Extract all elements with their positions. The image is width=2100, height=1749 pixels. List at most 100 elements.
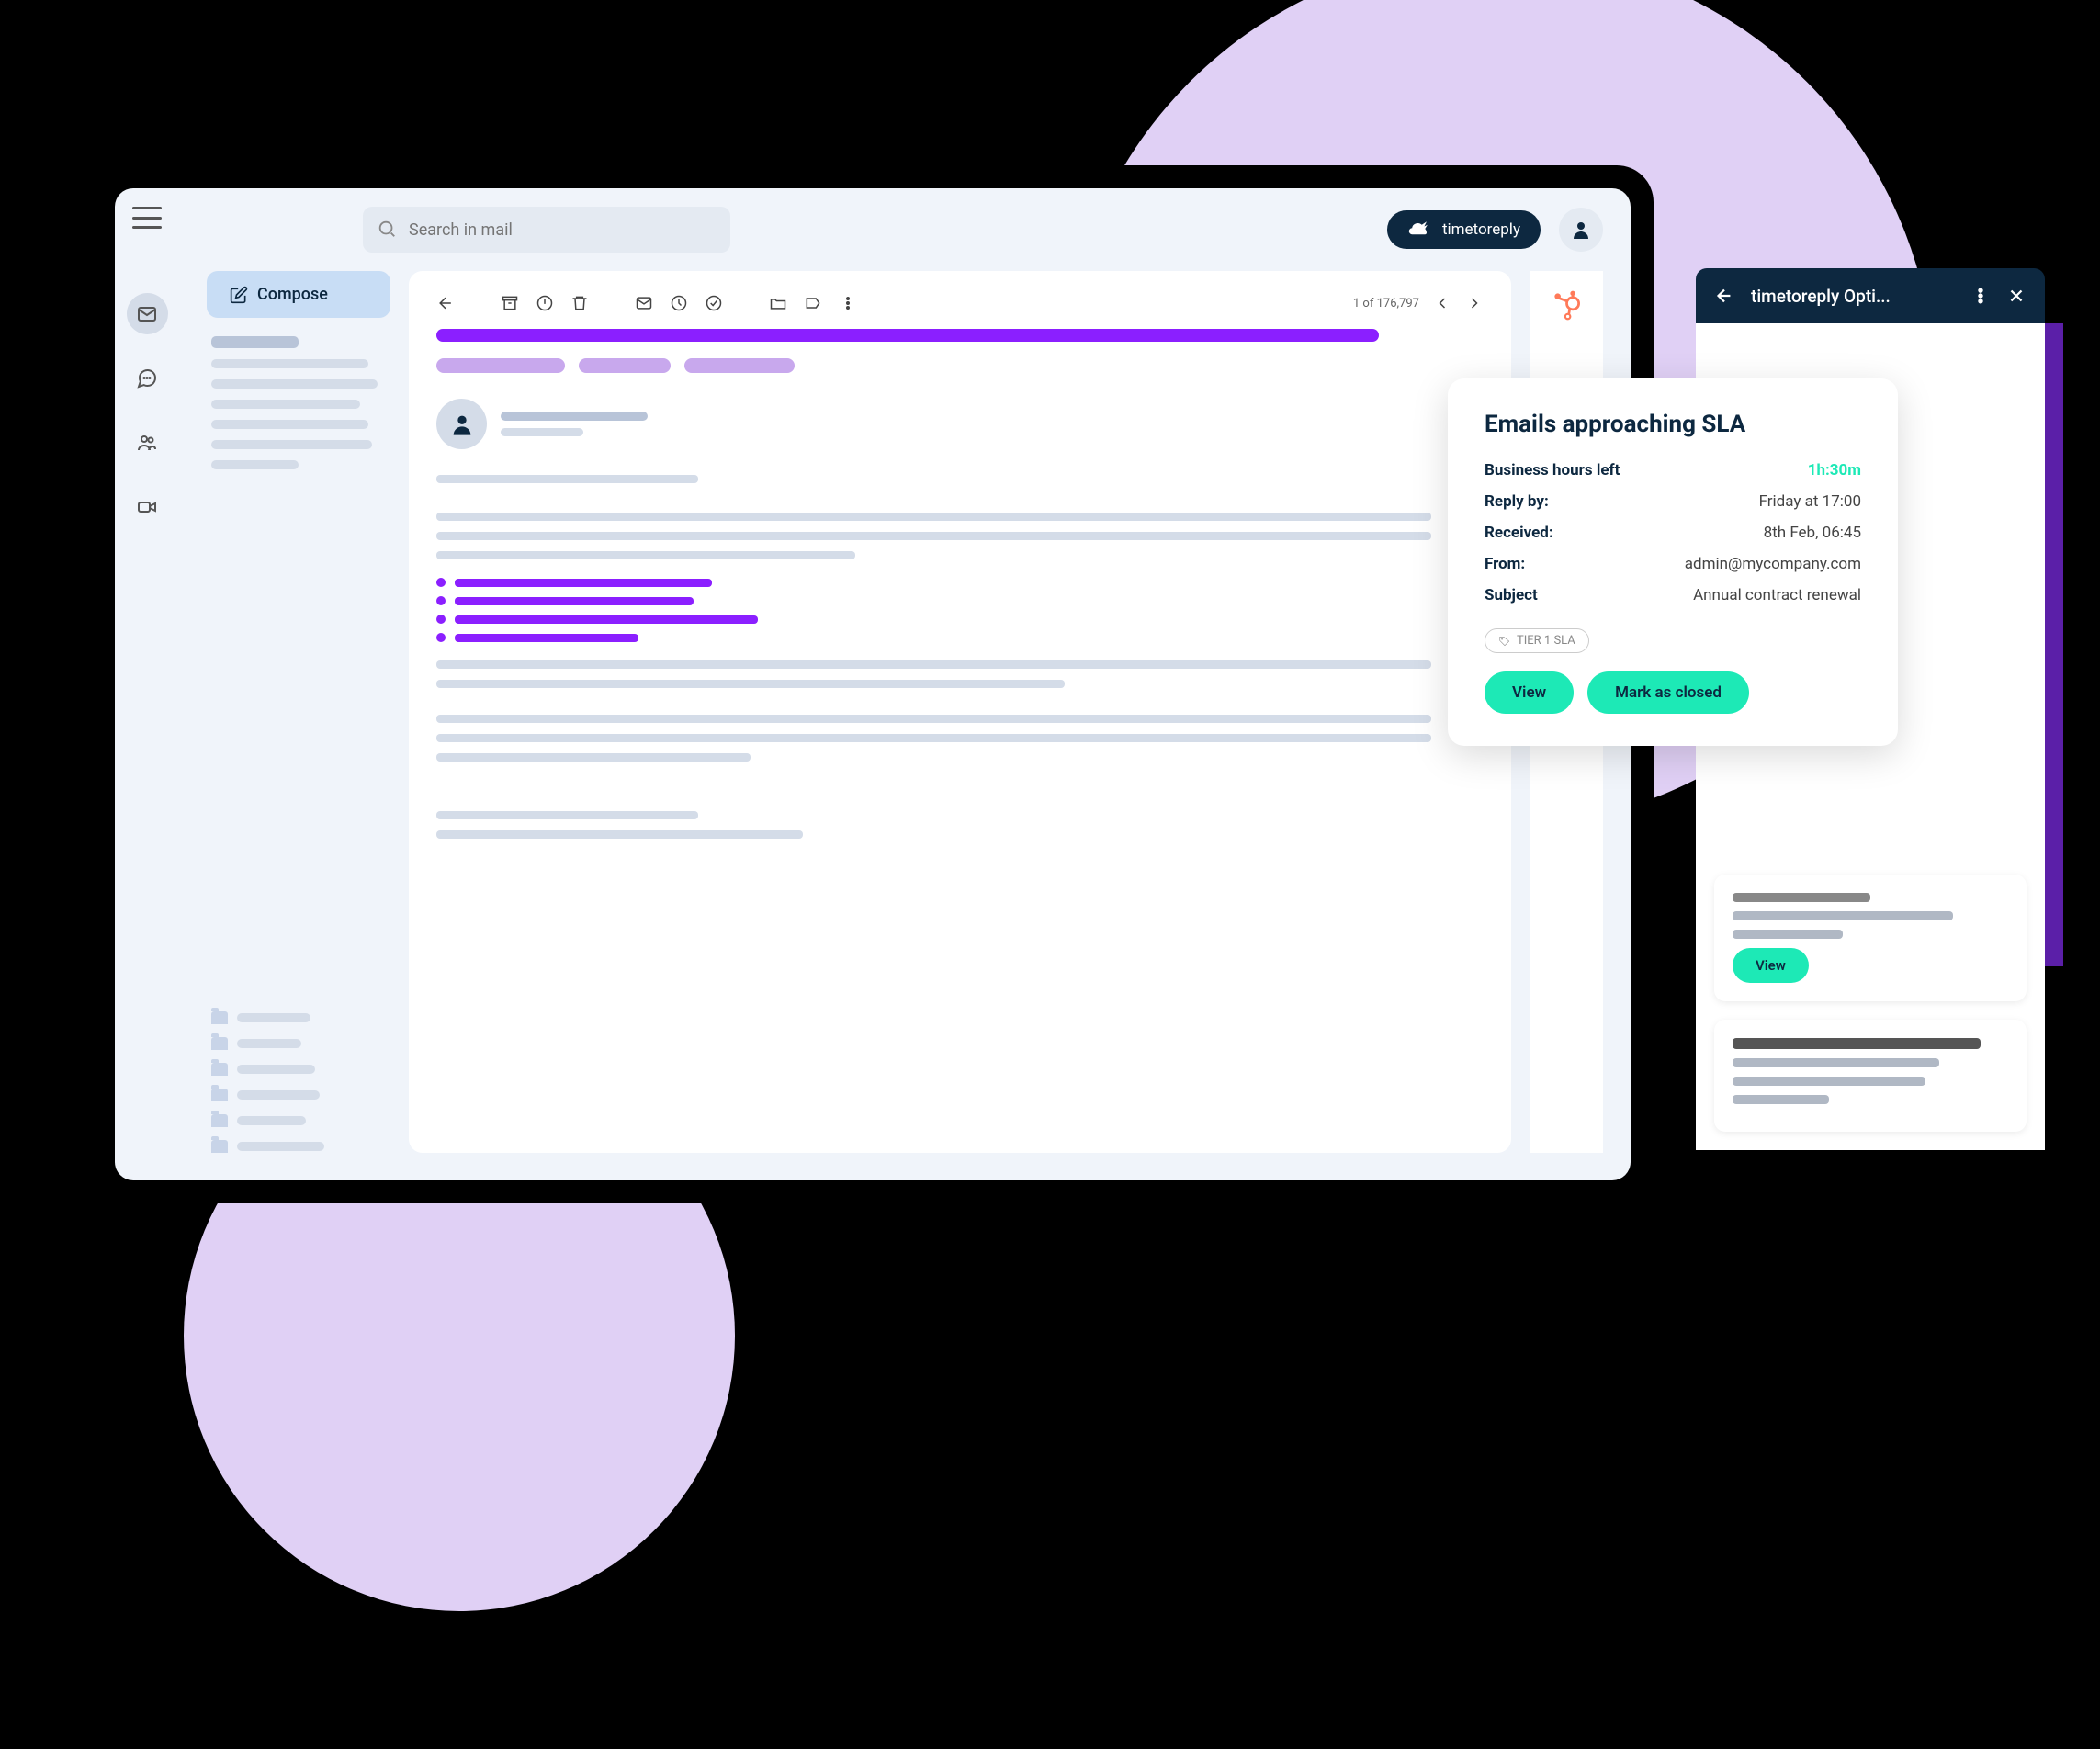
task-icon[interactable] (705, 294, 723, 312)
sla-label: Business hours left (1485, 461, 1620, 480)
kebab-menu-icon[interactable] (1971, 287, 1990, 305)
folder-item[interactable] (211, 1089, 386, 1101)
people-nav-icon[interactable] (127, 422, 168, 463)
brand-badge[interactable]: timetoreply (1387, 210, 1541, 249)
folder-item[interactable] (211, 1037, 386, 1050)
folder-icon (211, 1140, 228, 1153)
hubspot-icon[interactable] (1551, 289, 1583, 322)
spam-icon[interactable] (536, 294, 554, 312)
sla-label: Reply by: (1485, 492, 1549, 511)
inbox-list (207, 336, 390, 469)
folder-icon (211, 1037, 228, 1050)
tag-icon (1498, 635, 1511, 648)
folder-icon (211, 1114, 228, 1127)
sla-card-title: Emails approaching SLA (1485, 411, 1861, 438)
email-app: timetoreply Compose (115, 188, 1631, 1180)
video-nav-icon[interactable] (127, 486, 168, 527)
rabbit-icon (1407, 220, 1433, 240)
menu-toggle-icon[interactable] (132, 207, 162, 229)
prev-icon[interactable] (1433, 294, 1451, 312)
sla-row: Business hours left 1h:30m (1485, 461, 1861, 480)
reader-toolbar: 1 of 176,797 (436, 294, 1484, 312)
list-item[interactable] (211, 336, 299, 348)
app-frame: timetoreply Compose (92, 165, 1654, 1203)
sla-value: 8th Feb, 06:45 (1764, 524, 1861, 542)
list-item[interactable] (211, 420, 368, 429)
main-column: timetoreply Compose (179, 188, 1631, 1180)
mail-nav-icon[interactable] (127, 293, 168, 334)
folder-item[interactable] (211, 1140, 386, 1153)
folder-item[interactable] (211, 1011, 386, 1024)
sla-row: Reply by: Friday at 17:00 (1485, 492, 1861, 511)
sender-row (436, 399, 1484, 449)
sender-name (501, 412, 648, 421)
tag[interactable] (684, 358, 795, 373)
email-tags (436, 358, 1484, 373)
sender-meta (501, 428, 583, 436)
list-item[interactable] (211, 400, 360, 409)
folder-icon (211, 1011, 228, 1024)
email-subject (436, 329, 1379, 342)
brand-text: timetoreply (1442, 220, 1520, 239)
sla-label: Subject (1485, 586, 1538, 604)
panel-edge (2045, 323, 2063, 966)
snooze-icon[interactable] (670, 294, 688, 312)
folder-icon (211, 1089, 228, 1101)
view-button[interactable]: View (1733, 948, 1809, 983)
folder-icon (211, 1063, 228, 1076)
nav-rail (115, 188, 179, 1180)
panel-header: timetoreply Opti... (1696, 268, 2045, 323)
sla-value: Annual contract renewal (1693, 586, 1861, 604)
view-button[interactable]: View (1485, 671, 1574, 714)
pagination: 1 of 176,797 (1353, 294, 1484, 312)
sla-value: admin@mycompany.com (1685, 555, 1861, 573)
search-icon (377, 219, 397, 239)
mark-closed-button[interactable]: Mark as closed (1587, 671, 1749, 714)
sla-row: Received: 8th Feb, 06:45 (1485, 524, 1861, 542)
label-icon[interactable] (804, 294, 822, 312)
email-reader: 1 of 176,797 (409, 271, 1511, 1153)
sla-label: Received: (1485, 524, 1553, 542)
list-item[interactable] (211, 379, 378, 389)
folder-item[interactable] (211, 1063, 386, 1076)
back-arrow-icon[interactable] (1714, 286, 1734, 306)
sla-mini-card: View (1714, 874, 2027, 1001)
sla-detail-card: Emails approaching SLA Business hours le… (1448, 378, 1898, 746)
bullet-icon (436, 596, 446, 605)
topbar: timetoreply (179, 188, 1631, 271)
folder-item[interactable] (211, 1114, 386, 1127)
delete-icon[interactable] (570, 294, 589, 312)
sla-row: From: admin@mycompany.com (1485, 555, 1861, 573)
sender-avatar-icon[interactable] (436, 399, 487, 449)
sla-value: Friday at 17:00 (1759, 492, 1861, 511)
folder-list (207, 1011, 390, 1153)
sla-tier-tag[interactable]: TIER 1 SLA (1485, 628, 1589, 653)
search-input[interactable] (363, 207, 730, 253)
email-body (436, 475, 1484, 839)
more-icon[interactable] (839, 294, 857, 312)
bullet-icon (436, 615, 446, 624)
bullet-icon (436, 578, 446, 587)
list-item[interactable] (211, 440, 372, 449)
move-icon[interactable] (769, 294, 787, 312)
compose-icon (230, 286, 248, 304)
sla-mini-card (1714, 1020, 2027, 1132)
compose-button[interactable]: Compose (207, 271, 390, 318)
profile-button[interactable] (1559, 208, 1603, 252)
next-icon[interactable] (1465, 294, 1484, 312)
tag[interactable] (436, 358, 565, 373)
mail-icon[interactable] (635, 294, 653, 312)
tag[interactable] (579, 358, 671, 373)
back-icon[interactable] (436, 294, 455, 312)
archive-icon[interactable] (501, 294, 519, 312)
list-item[interactable] (211, 359, 368, 368)
chat-nav-icon[interactable] (127, 357, 168, 399)
compose-label: Compose (257, 285, 328, 304)
close-icon[interactable] (2006, 286, 2027, 306)
list-item[interactable] (211, 460, 299, 469)
bullet-icon (436, 633, 446, 642)
page-counter: 1 of 176,797 (1353, 297, 1419, 310)
sla-row: Subject Annual contract renewal (1485, 586, 1861, 604)
sla-label: From: (1485, 555, 1525, 573)
sla-value: 1h:30m (1808, 461, 1861, 480)
